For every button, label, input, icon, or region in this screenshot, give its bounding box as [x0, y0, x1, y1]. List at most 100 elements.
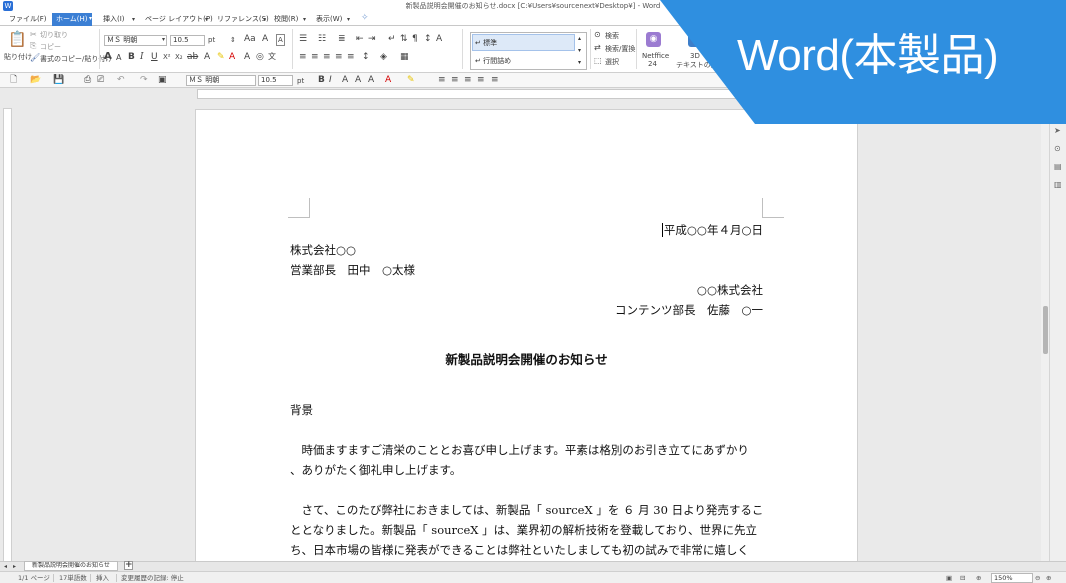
select-button[interactable]: 選択 [605, 57, 619, 67]
text-effect-icon[interactable]: A [204, 52, 210, 62]
chevron-down-icon[interactable]: ▾ [205, 15, 208, 25]
multilevel-list-icon[interactable]: ≣ [338, 34, 346, 44]
line-spacing-icon[interactable]: ↕ [362, 52, 370, 62]
sort-icon[interactable]: ⇅ [400, 34, 408, 44]
circle-char-icon[interactable]: ◎ [256, 52, 264, 62]
increase-indent-icon[interactable]: ⇥ [368, 34, 376, 44]
insert-mode[interactable]: 挿入 [96, 573, 109, 583]
font-name-select[interactable]: ＭＳ 明朝 [104, 35, 167, 46]
align-right-icon-2[interactable]: ≡ [464, 75, 472, 85]
copy-icon[interactable]: ⎘ [30, 41, 36, 51]
menu-review[interactable]: 校閲(R) [274, 14, 298, 25]
new-doc-icon[interactable]: 🗋 [10, 75, 17, 85]
zoom-in-icon[interactable]: ⊕ [1046, 573, 1051, 583]
menu-references[interactable]: リファレンス(S) [217, 14, 269, 25]
shrink-font-icon-2[interactable]: A [355, 75, 361, 85]
replace-button[interactable]: 検索/置換 [605, 44, 635, 54]
enclosed-char-icon[interactable]: A [244, 52, 250, 62]
text-effect-icon-2[interactable]: A [368, 75, 374, 85]
text-direction-icon[interactable]: ↕ [424, 34, 432, 44]
underline-icon[interactable]: U [151, 52, 158, 62]
menu-view[interactable]: 表示(W) [316, 14, 342, 25]
binoculars-icon[interactable]: ⊙ [1054, 144, 1061, 154]
chevron-down-icon[interactable]: ▾ [89, 14, 92, 24]
3d-label[interactable]: 3D [690, 52, 700, 60]
insert-image-icon[interactable]: ▣ [158, 75, 167, 85]
chevron-down-icon[interactable]: ▾ [162, 35, 165, 45]
highlight-icon[interactable]: ✎ [217, 52, 225, 62]
zoom-icon[interactable]: ⊕ [976, 573, 981, 583]
copy-button[interactable]: コピー [40, 42, 61, 52]
scrollbar-thumb[interactable] [1043, 306, 1048, 354]
justify-icon-2[interactable]: ≡ [477, 75, 485, 85]
open-folder-icon[interactable]: 📂 [30, 75, 41, 85]
document-icon[interactable]: ▥ [1054, 180, 1062, 190]
style-scroll-up-icon[interactable]: ▴ [578, 35, 581, 42]
undo-icon[interactable]: ↶ [117, 75, 125, 85]
zoom-select[interactable]: 150% [991, 573, 1033, 583]
borders-icon[interactable]: ▦ [400, 52, 409, 62]
bullets-icon[interactable]: ☰ [299, 34, 307, 44]
change-case-icon[interactable]: Aa [244, 34, 256, 44]
shrink-font-icon[interactable]: A [116, 53, 121, 63]
style-normal[interactable]: ↵ 標準 [475, 38, 497, 48]
paste-icon[interactable]: 📋 [8, 32, 27, 47]
menu-file[interactable]: ファイル(F) [9, 14, 47, 25]
distributed-icon[interactable]: ≡ [347, 52, 355, 62]
netffice-icon[interactable]: ◉ [646, 32, 661, 47]
document-tab[interactable]: 新製品説明会開催のお知らせ [24, 561, 118, 571]
track-changes-status[interactable]: 変更履歴の記録: 停止 [121, 573, 184, 583]
numbering-icon[interactable]: ☷ [318, 34, 326, 44]
align-right-icon[interactable]: ≡ [323, 52, 331, 62]
netffice-label[interactable]: Netffice [642, 52, 669, 60]
save-icon[interactable]: 💾 [53, 75, 64, 85]
zoom-out-icon[interactable]: ⊖ [1035, 573, 1040, 583]
align-center-icon[interactable]: ≡ [311, 52, 319, 62]
subscript-icon[interactable]: X₂ [175, 52, 183, 62]
menu-home[interactable]: ホーム(H) [52, 13, 92, 26]
style-more-icon[interactable]: ▾ [578, 59, 581, 66]
line-break-icon[interactable]: ↵ [388, 34, 396, 44]
align-left-icon-2[interactable]: ≡ [438, 75, 446, 85]
strikethrough-icon[interactable]: ab [187, 52, 198, 62]
redo-icon[interactable]: ↷ [140, 75, 148, 85]
add-tab-button[interactable]: + [124, 561, 133, 570]
show-marks-icon[interactable]: ¶ [412, 34, 418, 44]
decrease-indent-icon[interactable]: ⇤ [356, 34, 364, 44]
grow-font-icon-2[interactable]: A [342, 75, 348, 85]
wand-icon[interactable]: ✧ [361, 13, 369, 23]
layout-icon[interactable]: ▣ [946, 573, 952, 583]
binoculars-icon[interactable]: ⊙ [594, 30, 601, 40]
navigation-icon[interactable]: ▤ [1054, 162, 1062, 172]
spacing-icon[interactable]: A [436, 34, 442, 44]
grow-font-icon[interactable]: A [104, 52, 112, 62]
style-no-spacing[interactable]: ↵ 行間詰め [475, 56, 511, 66]
font-color-icon[interactable]: A [229, 52, 235, 62]
bold-icon[interactable]: B [128, 52, 135, 62]
cut-button[interactable]: 切り取り [40, 30, 68, 40]
menu-insert[interactable]: 挿入(I) [103, 14, 125, 25]
document-page[interactable]: 平成○○年４月○日 株式会社○○ 営業部長 田中 ○太様 ○○株式会社 コンテン… [196, 110, 857, 565]
select-icon[interactable]: ⬚ [594, 56, 602, 66]
word-count[interactable]: 17単語数 [59, 573, 87, 583]
paste-label[interactable]: 貼り付け [4, 52, 32, 62]
bold-icon-2[interactable]: B [318, 75, 325, 85]
vertical-ruler[interactable] [3, 108, 12, 563]
align-center-icon-2[interactable]: ≡ [451, 75, 459, 85]
find-button[interactable]: 検索 [605, 31, 619, 41]
chevron-down-icon[interactable]: ▾ [347, 15, 350, 25]
format-painter-icon[interactable]: 🖌 [30, 53, 40, 63]
char-border-icon[interactable]: A [276, 34, 285, 46]
align-left-icon[interactable]: ≡ [299, 52, 307, 62]
distributed-icon-2[interactable]: ≡ [491, 75, 499, 85]
font-size-select-2[interactable]: 10.5 [258, 75, 293, 86]
superscript-icon[interactable]: X² [163, 52, 171, 62]
phonetic-guide-icon[interactable]: 文 [268, 52, 276, 62]
chevron-down-icon[interactable]: ▾ [132, 15, 135, 25]
style-scroll-down-icon[interactable]: ▾ [578, 47, 581, 54]
menu-page-layout[interactable]: ページ レイアウト(P) [145, 14, 213, 25]
shading-icon[interactable]: ◈ [380, 52, 387, 62]
print-preview-icon[interactable]: ⎚ [97, 75, 104, 85]
italic-icon[interactable]: I [140, 52, 144, 62]
font-color-icon-2[interactable]: A [385, 75, 391, 85]
